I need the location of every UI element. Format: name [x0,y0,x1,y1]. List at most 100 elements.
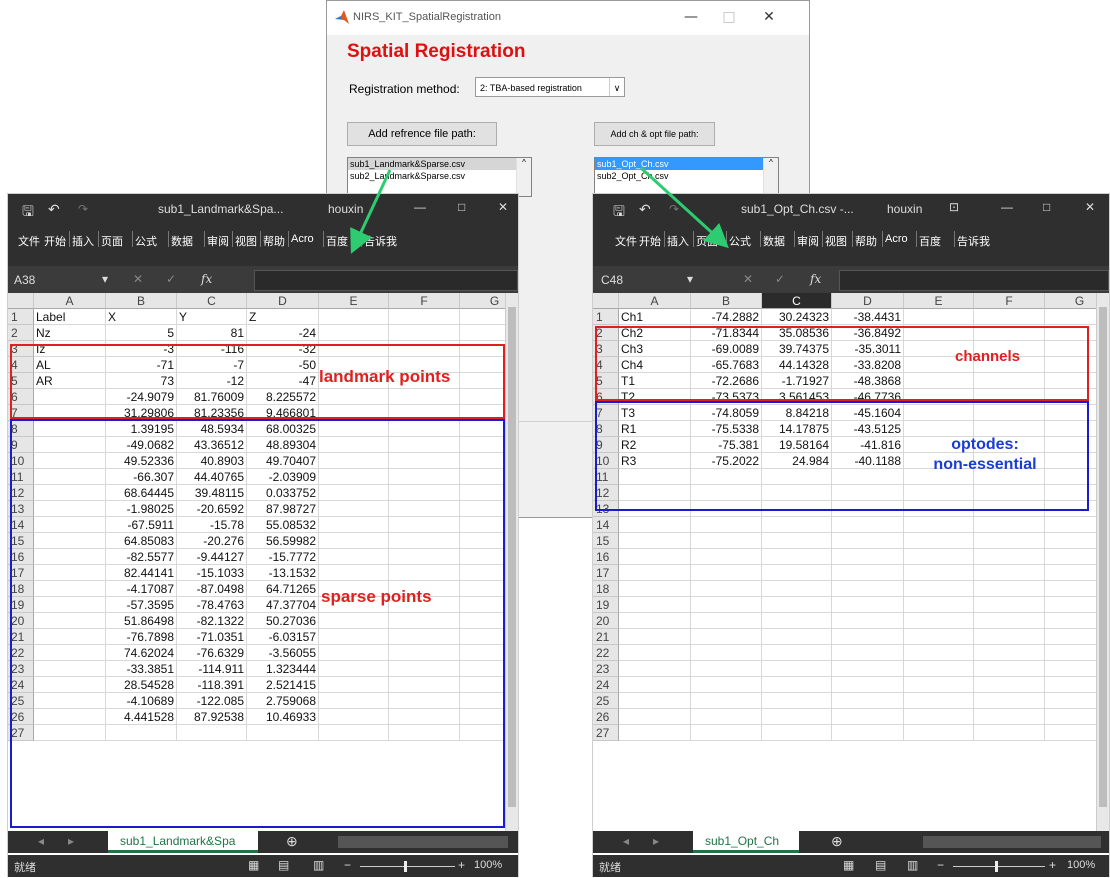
cell[interactable] [974,645,1045,661]
cell[interactable] [619,597,691,613]
cell[interactable] [904,629,974,645]
ribbon-tab[interactable]: 视图 [825,233,847,249]
add-ch-opt-path-button[interactable]: Add ch & opt file path: [594,122,715,146]
scrollbar-thumb[interactable] [1099,307,1107,807]
cell[interactable] [832,485,904,501]
cell[interactable]: X [106,309,177,325]
cell[interactable] [832,469,904,485]
cell[interactable]: -9.44127 [177,549,247,565]
cell[interactable] [904,709,974,725]
row-header[interactable]: 25 [8,693,34,709]
cell[interactable] [691,469,762,485]
ribbon-tab[interactable]: 插入 [72,233,94,249]
cell[interactable]: 64.85083 [106,533,177,549]
list-item[interactable]: sub1_Landmark&Sparse.csv [348,158,531,170]
horizontal-scrollbar[interactable] [923,836,1101,848]
cell[interactable] [904,517,974,533]
column-header[interactable]: C [177,293,247,309]
cell[interactable] [762,597,832,613]
cell[interactable] [319,693,389,709]
cell[interactable] [762,629,832,645]
cell[interactable] [389,549,460,565]
cell[interactable]: -116 [177,341,247,357]
cell[interactable] [106,725,177,741]
row-header[interactable]: 27 [8,725,34,741]
cell[interactable]: -71.8344 [691,325,762,341]
cell[interactable] [691,581,762,597]
cell[interactable] [762,533,832,549]
page-break-icon[interactable]: ▥ [313,858,324,872]
cell[interactable]: Ch3 [619,341,691,357]
cell[interactable] [832,581,904,597]
column-header[interactable]: C [762,293,832,309]
cell[interactable] [319,453,389,469]
cell[interactable]: -15.78 [177,517,247,533]
row-header[interactable]: 3 [593,341,619,357]
cell[interactable] [904,533,974,549]
cell[interactable] [832,629,904,645]
row-header[interactable]: 12 [8,485,34,501]
cell[interactable]: 8.84218 [762,405,832,421]
row-header[interactable]: 11 [593,469,619,485]
cell[interactable]: Ch4 [619,357,691,373]
cell[interactable] [389,421,460,437]
cell[interactable] [904,693,974,709]
cell[interactable]: 39.48115 [177,485,247,501]
cell[interactable] [34,437,106,453]
cell[interactable] [691,517,762,533]
ribbon-tab[interactable]: 公式 [135,233,157,249]
cell[interactable]: -50 [247,357,319,373]
cell[interactable]: 43.36512 [177,437,247,453]
cell[interactable]: 51.86498 [106,613,177,629]
cell[interactable] [832,501,904,517]
row-header[interactable]: 16 [593,549,619,565]
cell[interactable] [904,613,974,629]
ribbon-tab[interactable]: 插入 [667,233,689,249]
reference-file-list[interactable]: sub1_Landmark&Sparse.csv sub2_Landmark&S… [347,157,532,197]
cell[interactable]: -4.10689 [106,693,177,709]
cell[interactable] [832,597,904,613]
scrollbar[interactable]: ^ [516,158,531,196]
minimize-button[interactable]: — [1001,200,1013,214]
cell[interactable] [904,565,974,581]
column-header[interactable]: F [974,293,1045,309]
cell[interactable]: -71.0351 [177,629,247,645]
cell[interactable] [974,613,1045,629]
cell[interactable] [619,613,691,629]
cell[interactable] [389,661,460,677]
row-header[interactable]: 13 [593,501,619,517]
ribbon-tab[interactable]: 数据 [171,233,193,249]
cell[interactable]: R3 [619,453,691,469]
cell[interactable] [904,389,974,405]
cell[interactable] [619,501,691,517]
save-icon[interactable]: 🖫 [613,201,625,225]
cell[interactable]: -36.8492 [832,325,904,341]
cell[interactable] [319,517,389,533]
cell[interactable]: 56.59982 [247,533,319,549]
column-header[interactable]: B [106,293,177,309]
cell[interactable]: -73.5373 [691,389,762,405]
cell[interactable] [619,629,691,645]
cell[interactable] [34,405,106,421]
row-header[interactable]: 15 [8,533,34,549]
cell[interactable] [904,597,974,613]
zoom-slider-thumb[interactable] [404,861,407,872]
cell[interactable]: 47.37704 [247,597,319,613]
zoom-in-icon[interactable]: + [458,858,465,872]
cell[interactable] [619,565,691,581]
cell[interactable]: 68.64445 [106,485,177,501]
row-header[interactable]: 5 [593,373,619,389]
row-header[interactable]: 15 [593,533,619,549]
cell[interactable] [904,501,974,517]
cell[interactable] [34,693,106,709]
cell[interactable]: T3 [619,405,691,421]
cell[interactable] [619,725,691,741]
ribbon-tab[interactable]: 帮助 [263,233,285,249]
list-item[interactable]: sub1_Opt_Ch.csv [595,158,778,170]
row-header[interactable]: 17 [593,565,619,581]
zoom-slider[interactable] [360,866,455,867]
cell[interactable] [619,533,691,549]
cell[interactable]: -76.7898 [106,629,177,645]
cell[interactable] [619,709,691,725]
cell[interactable] [319,613,389,629]
